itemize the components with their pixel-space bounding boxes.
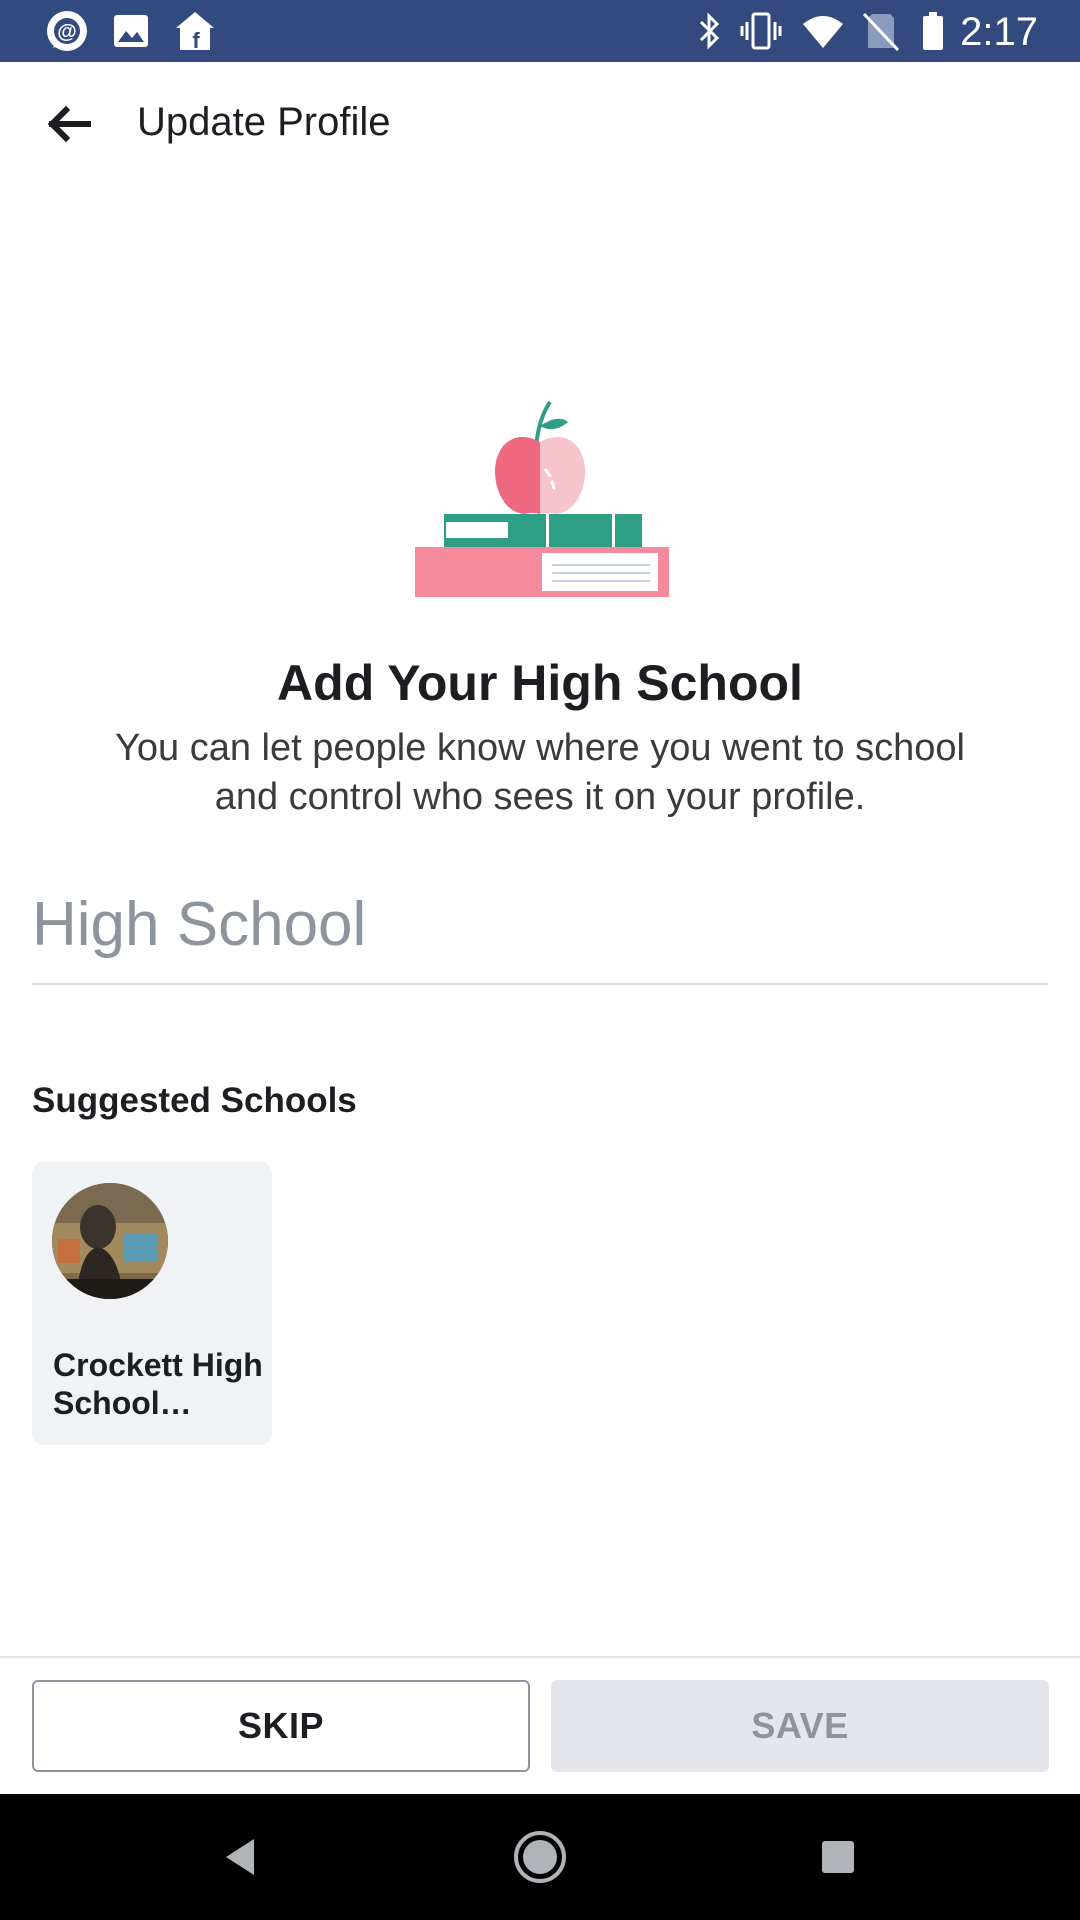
- workplace-chat-icon: @: [44, 8, 90, 54]
- back-button[interactable]: [28, 94, 108, 158]
- description: You can let people know where you went t…: [115, 727, 965, 818]
- school-name: Crockett High School…: [53, 1347, 263, 1421]
- status-bar: @ f 2:17: [0, 0, 1080, 62]
- battery-icon: [910, 8, 956, 54]
- image-icon: [108, 8, 154, 54]
- high-school-input[interactable]: [32, 880, 1048, 968]
- school-photo: [52, 1183, 168, 1299]
- recents-square-icon[interactable]: [805, 1824, 871, 1890]
- page-title: Update Profile: [137, 100, 391, 144]
- save-button[interactable]: SAVE: [551, 1680, 1049, 1772]
- apple-on-books-icon: [400, 390, 680, 610]
- back-triangle-icon[interactable]: [207, 1824, 273, 1890]
- suggested-school-card[interactable]: Crockett High School…: [32, 1162, 272, 1445]
- home-circle-icon[interactable]: [507, 1824, 573, 1890]
- footer-divider: [0, 1656, 1080, 1658]
- app-bar: Update Profile: [0, 62, 1080, 182]
- system-nav-bar: [0, 1794, 1080, 1920]
- back-arrow-icon: [44, 104, 92, 149]
- facebook-home-icon: f: [172, 8, 218, 54]
- svg-text:f: f: [192, 28, 200, 53]
- suggested-schools-title: Suggested Schools: [32, 1081, 357, 1120]
- high-school-field: [32, 880, 1048, 985]
- no-sim-icon: [858, 8, 904, 54]
- headline: Add Your High School: [277, 655, 803, 711]
- svg-text:@: @: [57, 21, 77, 43]
- status-time: 2:17: [960, 10, 1038, 54]
- skip-button[interactable]: SKIP: [32, 1680, 530, 1772]
- bluetooth-icon: [686, 8, 732, 54]
- wifi-icon: [800, 8, 846, 54]
- vibrate-icon: [738, 8, 784, 54]
